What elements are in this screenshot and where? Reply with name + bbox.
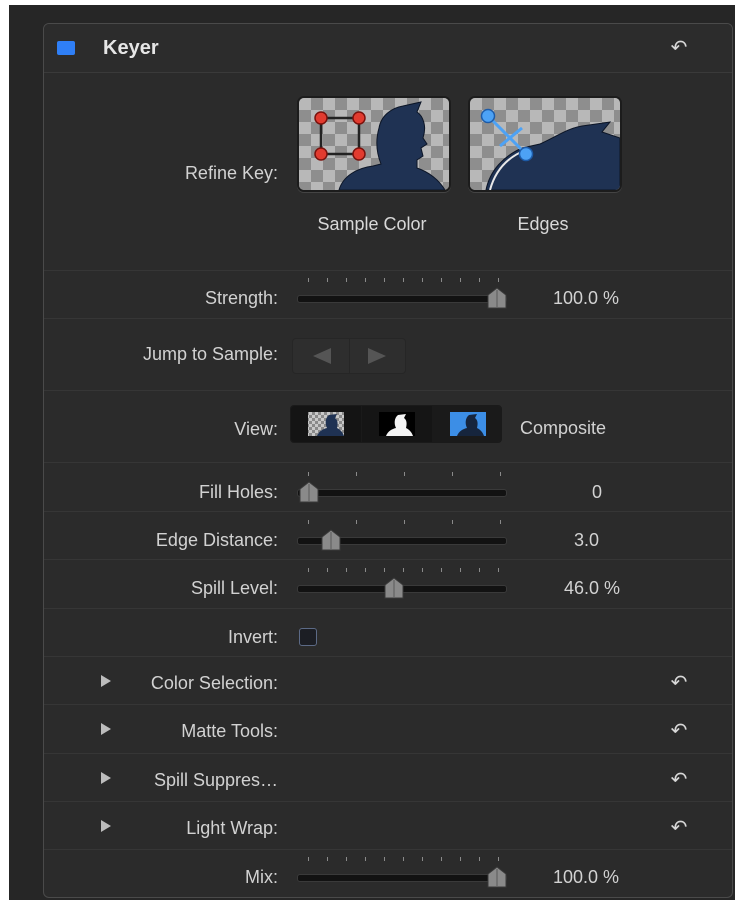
- strength-ticks: [308, 278, 499, 282]
- matte-tools-group-row[interactable]: Matte Tools: ↶: [44, 704, 732, 754]
- reset-icon[interactable]: ↶: [667, 37, 691, 59]
- matte-tools-label: Matte Tools:: [181, 721, 278, 741]
- sample-color-icon: [299, 98, 449, 190]
- spill-level-label: Spill Level:: [190, 578, 278, 598]
- strength-slider-thumb[interactable]: [487, 287, 507, 309]
- disclosure-triangle-icon[interactable]: [101, 772, 111, 784]
- edges-button[interactable]: [468, 96, 622, 192]
- fill-holes-label: Fill Holes:: [198, 482, 278, 502]
- strength-slider[interactable]: [297, 295, 507, 303]
- fill-holes-slider-thumb[interactable]: [299, 481, 319, 503]
- jump-to-sample-row: Jump to Sample:: [44, 318, 732, 391]
- triangle-right-icon: [368, 348, 386, 364]
- mix-row: Mix: 100.0 %: [44, 849, 732, 897]
- edge-distance-slider-thumb[interactable]: [321, 529, 341, 551]
- fill-holes-ticks: [308, 472, 501, 476]
- disclosure-triangle-icon[interactable]: [101, 723, 111, 735]
- view-mode-value: Composite: [520, 418, 607, 438]
- edge-distance-ticks: [308, 520, 501, 524]
- fill-holes-value[interactable]: 0: [592, 482, 602, 503]
- color-selection-group-row[interactable]: Color Selection: ↶: [44, 656, 732, 705]
- edge-distance-row: Edge Distance: 3.0: [44, 511, 732, 560]
- spill-suppression-group-row[interactable]: Spill Suppres… ↶: [44, 753, 732, 802]
- edge-distance-label: Edge Distance:: [155, 530, 278, 550]
- reset-icon[interactable]: ↶: [667, 817, 691, 839]
- jump-to-sample-label: Jump to Sample:: [142, 344, 278, 364]
- light-wrap-group-row[interactable]: Light Wrap: ↶: [44, 801, 732, 850]
- reset-icon[interactable]: ↶: [667, 720, 691, 742]
- sample-color-caption: Sample Color: [317, 214, 427, 234]
- keyer-header: Keyer ↶: [44, 24, 732, 73]
- filter-title: Keyer: [103, 37, 159, 59]
- view-mode-selector: [290, 405, 502, 443]
- reset-icon[interactable]: ↶: [667, 769, 691, 791]
- light-wrap-label: Light Wrap:: [186, 818, 278, 838]
- spill-level-slider-thumb[interactable]: [384, 577, 404, 599]
- enable-checkbox[interactable]: [57, 41, 75, 55]
- disclosure-triangle-icon[interactable]: [101, 675, 111, 687]
- refine-key-label: Refine Key:: [184, 163, 278, 183]
- previous-sample-button[interactable]: [293, 339, 350, 373]
- fill-holes-slider[interactable]: [297, 489, 507, 497]
- invert-label: Invert:: [227, 627, 278, 647]
- spill-level-row: Spill Level: 46.0 %: [44, 559, 732, 609]
- strength-row: Strength: 100.0 %: [44, 270, 732, 319]
- composite-view-icon: [308, 412, 344, 436]
- color-selection-label: Color Selection:: [150, 673, 278, 693]
- strength-value[interactable]: 100.0 %: [553, 288, 619, 309]
- view-row: View: Composite: [44, 390, 732, 463]
- mix-value[interactable]: 100.0 %: [553, 867, 619, 888]
- fill-holes-row: Fill Holes: 0: [44, 462, 732, 512]
- jump-to-sample-control: [292, 338, 406, 374]
- view-matte-button[interactable]: [362, 406, 433, 442]
- view-original-button[interactable]: [433, 406, 501, 442]
- strength-label: Strength:: [204, 288, 278, 308]
- sample-color-button[interactable]: [297, 96, 451, 192]
- invert-row: Invert:: [44, 608, 732, 657]
- matte-view-icon: [379, 412, 415, 436]
- refine-key-row: Refine Key: Sample Color Edges: [44, 73, 732, 270]
- keyer-inspector-panel: Keyer ↶ Refine Key: Sample Color Edges S…: [43, 23, 733, 898]
- original-view-icon: [450, 412, 486, 436]
- mix-label: Mix:: [245, 867, 278, 887]
- edges-caption: Edges: [517, 214, 569, 234]
- view-label: View:: [234, 419, 278, 439]
- invert-checkbox[interactable]: [299, 628, 317, 646]
- next-sample-button[interactable]: [350, 339, 405, 373]
- mix-ticks: [308, 857, 499, 861]
- view-composite-button[interactable]: [291, 406, 362, 442]
- reset-icon[interactable]: ↶: [667, 672, 691, 694]
- spill-level-value[interactable]: 46.0 %: [564, 578, 620, 599]
- spill-suppression-label: Spill Suppres…: [153, 770, 278, 790]
- edge-distance-value[interactable]: 3.0: [574, 530, 599, 551]
- mix-slider[interactable]: [297, 874, 507, 882]
- keyer-window: Keyer ↶ Refine Key: Sample Color Edges S…: [9, 5, 735, 900]
- spill-level-ticks: [308, 568, 499, 572]
- edges-icon: [470, 98, 620, 190]
- mix-slider-thumb[interactable]: [487, 866, 507, 888]
- triangle-left-icon: [313, 348, 331, 364]
- disclosure-triangle-icon[interactable]: [101, 820, 111, 832]
